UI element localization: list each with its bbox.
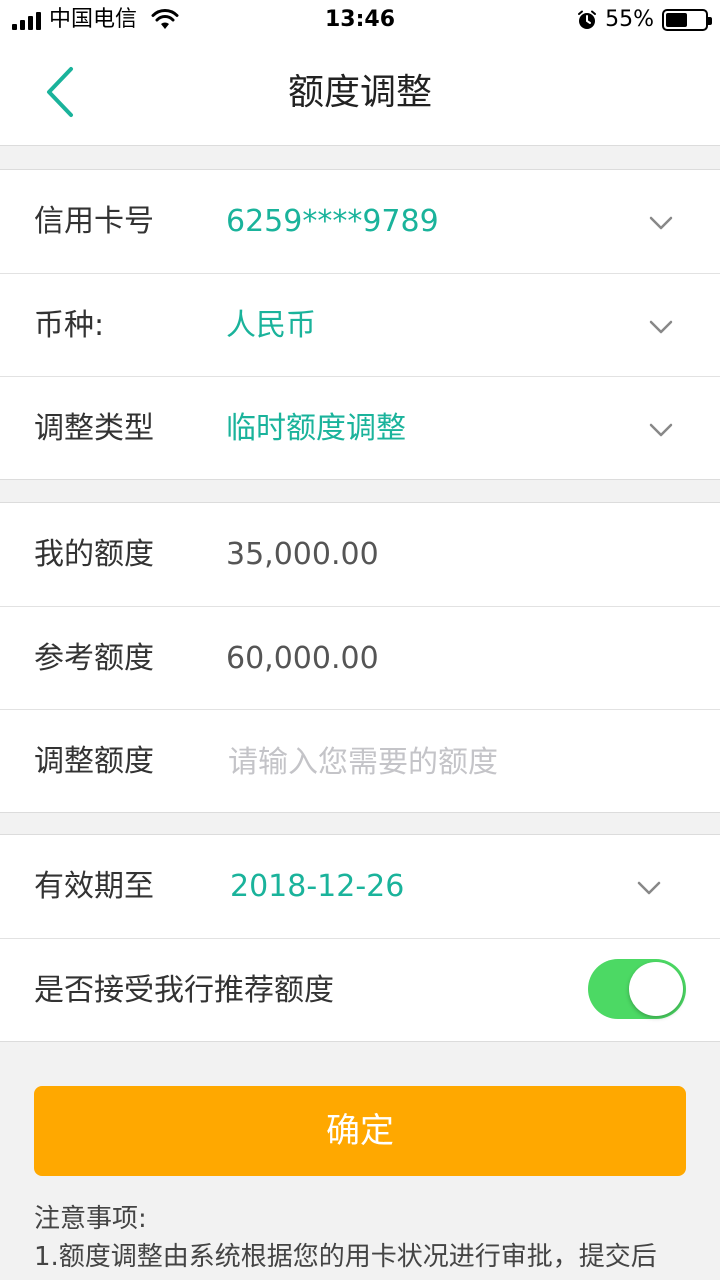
validity-group: 有效期至 2018-12-26 是否接受我行推荐额度 xyxy=(0,834,720,1042)
accept-recommended-toggle[interactable] xyxy=(588,959,686,1019)
currency-value: 人民币 xyxy=(226,308,316,343)
adjust-type-value: 临时额度调整 xyxy=(226,411,406,446)
battery-icon xyxy=(662,9,712,31)
adjust-amount-input[interactable] xyxy=(228,738,668,786)
battery-fill xyxy=(666,13,687,27)
battery-percent: 55% xyxy=(605,7,654,32)
status-right: 55% xyxy=(577,6,712,34)
currency-label: 币种: xyxy=(34,308,105,343)
adjust-type-row[interactable]: 调整类型 临时额度调整 xyxy=(0,376,720,479)
page-title: 额度调整 xyxy=(287,72,432,113)
valid-until-label: 有效期至 xyxy=(34,869,154,904)
card-number-label: 信用卡号 xyxy=(34,204,154,239)
my-limit-value: 35,000.00 xyxy=(226,537,379,572)
notes-section: 注意事项: 1.额度调整由系统根据您的用卡状况进行审批，提交后 xyxy=(34,1200,694,1276)
limit-group: 我的额度 35,000.00 参考额度 60,000.00 调整额度 xyxy=(0,502,720,813)
chevron-down-icon xyxy=(646,312,676,342)
toggle-knob xyxy=(629,962,683,1016)
reference-limit-value: 60,000.00 xyxy=(226,641,379,676)
reference-limit-label: 参考额度 xyxy=(34,641,154,676)
notes-title: 注意事项: xyxy=(34,1204,147,1234)
reference-limit-row: 参考额度 60,000.00 xyxy=(0,606,720,709)
confirm-button[interactable]: 确定 xyxy=(34,1086,686,1176)
chevron-down-icon xyxy=(646,415,676,445)
accept-recommended-label: 是否接受我行推荐额度 xyxy=(34,973,334,1008)
card-number-value: 6259****9789 xyxy=(226,204,439,239)
adjust-type-label: 调整类型 xyxy=(34,411,154,446)
accept-recommended-row: 是否接受我行推荐额度 xyxy=(0,938,720,1041)
adjust-amount-row: 调整额度 xyxy=(0,709,720,812)
status-bar: 中国电信 13:46 55% xyxy=(0,0,720,40)
currency-row[interactable]: 币种: 人民币 xyxy=(0,273,720,376)
chevron-down-icon xyxy=(634,873,664,903)
notes-line-1: 1.额度调整由系统根据您的用卡状况进行审批，提交后 xyxy=(34,1242,657,1272)
adjust-amount-label: 调整额度 xyxy=(34,744,154,779)
credit-limit-adjust-page: 中国电信 13:46 55% 额度调整 信用卡号 6259****9789 币种… xyxy=(0,0,720,1280)
my-limit-label: 我的额度 xyxy=(34,537,154,572)
card-info-group: 信用卡号 6259****9789 币种: 人民币 调整类型 临时额度调整 xyxy=(0,169,720,480)
alarm-icon xyxy=(578,10,597,29)
valid-until-row[interactable]: 有效期至 2018-12-26 xyxy=(0,835,720,938)
chevron-down-icon xyxy=(646,208,676,238)
card-number-row[interactable]: 信用卡号 6259****9789 xyxy=(0,170,720,273)
valid-until-value: 2018-12-26 xyxy=(230,869,405,904)
my-limit-row: 我的额度 35,000.00 xyxy=(0,503,720,606)
nav-bar: 额度调整 xyxy=(0,40,720,146)
